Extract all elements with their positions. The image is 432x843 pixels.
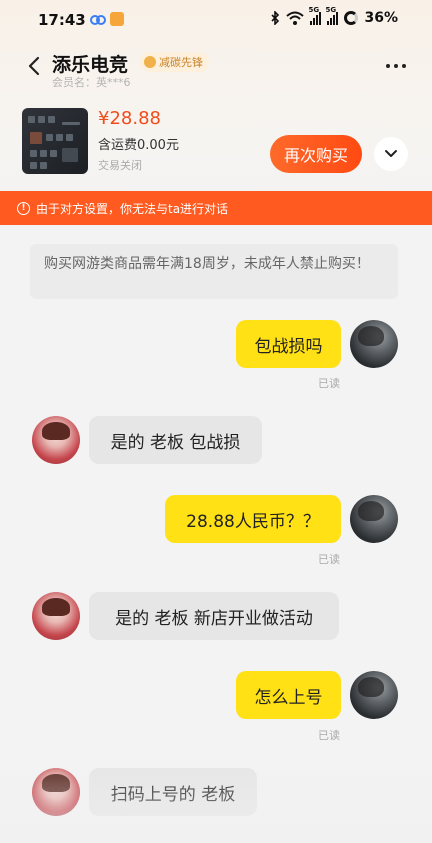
message-bubble-2[interactable]: 是的 老板 包战损 bbox=[89, 416, 262, 464]
message-bubble-6[interactable]: 扫码上号的 老板 bbox=[89, 768, 257, 816]
seller-avatar[interactable] bbox=[32, 592, 80, 640]
expand-button[interactable] bbox=[374, 137, 408, 171]
signal-bars-1-icon: 5G bbox=[308, 6, 322, 25]
read-receipt-5: 已读 bbox=[318, 729, 340, 742]
buy-again-button[interactable]: 再次购买 bbox=[270, 135, 362, 173]
wifi-icon bbox=[286, 11, 305, 25]
seller-avatar[interactable] bbox=[32, 768, 80, 816]
status-time: 17:43 bbox=[38, 11, 86, 29]
cloud-app-icon bbox=[90, 15, 106, 25]
shipping-fee: 含运费0.00元 bbox=[98, 138, 179, 153]
seller-avatar[interactable] bbox=[32, 416, 80, 464]
read-receipt-3: 已读 bbox=[318, 553, 340, 566]
carbon-badge-icon bbox=[144, 56, 156, 68]
signal-bars-2-icon: 5G bbox=[325, 6, 339, 25]
age-notice: 购买网游类商品需年满18周岁，未成年人禁止购买！ bbox=[30, 244, 398, 299]
member-label: 会员名： bbox=[52, 76, 96, 89]
my-avatar[interactable] bbox=[350, 495, 398, 543]
bluetooth-icon bbox=[271, 11, 280, 25]
carbon-badge-label: 减碳先锋 bbox=[159, 56, 203, 69]
warning-icon: ! bbox=[17, 201, 30, 215]
message-bubble-4[interactable]: 是的 老板 新店开业做活动 bbox=[89, 592, 339, 640]
warning-banner: ! 由于对方设置，你无法与ta进行对话 bbox=[0, 191, 432, 225]
shop-name[interactable]: 添乐电竞 bbox=[52, 50, 128, 77]
signal1-label: 5G bbox=[308, 5, 320, 14]
back-arrow-icon[interactable] bbox=[26, 56, 42, 76]
member-name: 英***6 bbox=[96, 76, 131, 89]
taobao-app-icon bbox=[110, 12, 124, 26]
message-bubble-1[interactable]: 包战损吗 bbox=[236, 320, 341, 368]
status-bar: 17:43 5G 5G 36% bbox=[0, 0, 432, 40]
more-icon[interactable] bbox=[386, 64, 406, 68]
member-info: 会员名：英***6 bbox=[52, 74, 131, 90]
battery-icon bbox=[344, 11, 359, 25]
status-right: 5G 5G 36% bbox=[270, 6, 398, 26]
signal2-label: 5G bbox=[325, 5, 337, 14]
my-avatar[interactable] bbox=[350, 320, 398, 368]
chevron-down-icon bbox=[385, 150, 397, 157]
trade-status: 交易关闭 bbox=[98, 159, 142, 172]
message-bubble-3[interactable]: 28.88人民币？？ bbox=[165, 495, 341, 543]
read-receipt-1: 已读 bbox=[318, 377, 340, 390]
product-price: ¥28.88 bbox=[98, 108, 161, 129]
warning-text: 由于对方设置，你无法与ta进行对话 bbox=[36, 201, 229, 216]
battery-level: 36% bbox=[364, 10, 398, 26]
carbon-badge[interactable]: 减碳先锋 bbox=[140, 52, 209, 72]
my-avatar[interactable] bbox=[350, 671, 398, 719]
product-thumbnail[interactable] bbox=[22, 108, 88, 174]
message-bubble-5[interactable]: 怎么上号 bbox=[236, 671, 341, 719]
